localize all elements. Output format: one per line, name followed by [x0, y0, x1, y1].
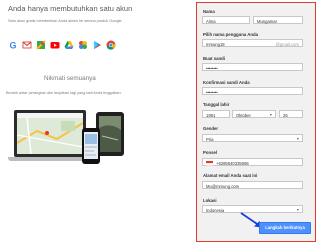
location-label: Lokasi [203, 198, 217, 203]
location-value: Indonesia [206, 207, 225, 213]
username-input[interactable]: mmung18 @gmail.com [202, 39, 303, 47]
first-name-value: Alma [206, 18, 216, 24]
gender-label: Gender [203, 126, 219, 131]
next-step-button[interactable]: Langkah berikutnya [259, 222, 311, 234]
page-title: Anda hanya membutuhkan satu akun [8, 4, 133, 13]
chevron-down-icon: ▾ [296, 136, 299, 142]
phone-value: +6285640335066 [216, 160, 249, 166]
birth-year-value: 1991 [206, 112, 216, 118]
laptop-base [8, 157, 92, 161]
product-icons-row: G [8, 40, 116, 50]
drive-icon [64, 41, 74, 49]
password-value: •••••••• [206, 65, 218, 71]
phone-input[interactable]: +6285640335066 [202, 158, 303, 166]
photos-icon [79, 41, 87, 49]
section-description: Beralih antar perangkat dan lanjutkan la… [6, 91, 122, 95]
page-subtitle: Satu akun gratis memberikan Anda akses k… [8, 19, 123, 23]
youtube-icon [50, 42, 60, 49]
gender-value: Pria [206, 136, 214, 142]
username-value: mmung18 [206, 41, 225, 47]
first-name-input[interactable]: Alma [202, 16, 250, 24]
tablet-screen [99, 116, 121, 152]
last-name-input[interactable]: Mungamar [253, 16, 303, 24]
birth-month-value: Oktober [236, 112, 251, 118]
confirm-password-input[interactable]: •••••••• [202, 87, 303, 95]
confirm-password-value: •••••••• [206, 89, 218, 95]
birthdate-label: Tanggal lahir [203, 102, 230, 107]
current-email-value: Mu@mmung.com [206, 183, 240, 189]
gmail-icon [22, 41, 32, 49]
last-name-value: Mungamar [257, 18, 278, 24]
current-email-input[interactable]: Mu@mmung.com [202, 181, 303, 189]
phone-label: Ponsel [203, 150, 218, 155]
birth-day-value: 26 [283, 112, 288, 118]
gender-select[interactable]: Pria ▾ [202, 134, 303, 142]
play-icon [94, 41, 101, 49]
password-label: Buat sandi [203, 56, 225, 61]
chevron-down-icon: ▾ [269, 112, 272, 118]
birth-year-input[interactable]: 1991 [202, 110, 230, 118]
birth-month-select[interactable]: Oktober ▾ [232, 110, 276, 118]
password-input[interactable]: •••••••• [202, 63, 303, 71]
username-suffix: @gmail.com [275, 41, 299, 47]
indonesia-flag-icon [206, 161, 213, 166]
section-title: Nikmati semuanya [44, 75, 96, 82]
confirm-password-label: Konfirmasi sandi Anda [203, 80, 250, 85]
svg-text:G: G [9, 40, 16, 50]
google-icon: G [9, 40, 16, 50]
name-label: Nama [203, 9, 215, 14]
phone-screen [84, 132, 98, 159]
chrome-icon [106, 40, 116, 50]
maps-icon [36, 40, 46, 50]
birth-day-input[interactable]: 26 [279, 110, 303, 118]
chevron-down-icon: ▾ [296, 207, 299, 213]
current-email-label: Alamat email Anda saat ini [203, 173, 258, 178]
username-label: Pilih nama pengguna Anda [203, 32, 258, 37]
laptop-map-screen [17, 113, 83, 154]
